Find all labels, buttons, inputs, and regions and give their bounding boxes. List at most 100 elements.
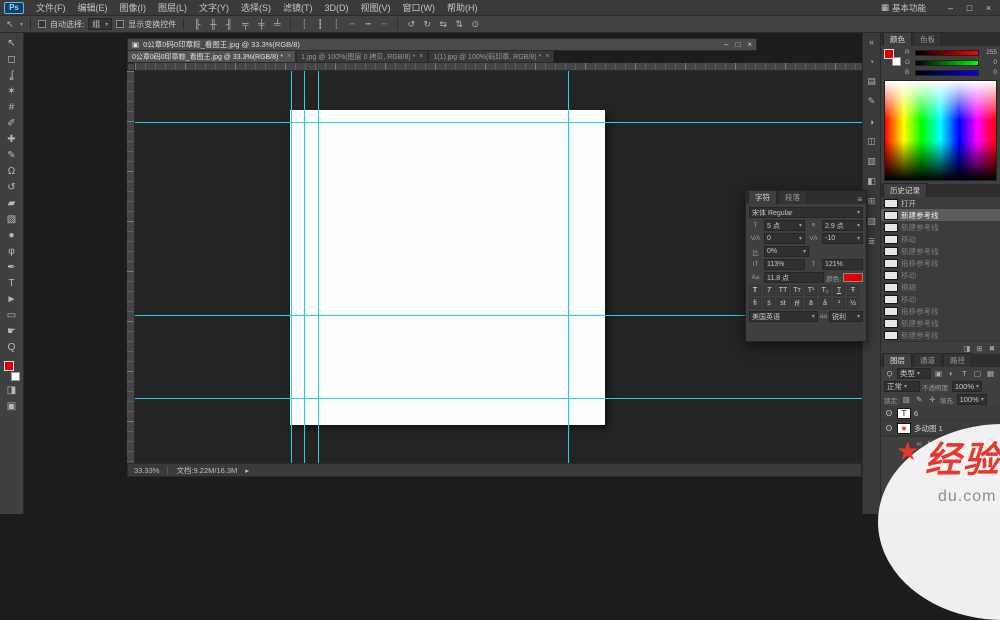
green-value[interactable]: 0: [982, 59, 997, 66]
blue-value[interactable]: 0: [982, 69, 997, 76]
3d-slide-icon[interactable]: ⇅: [453, 19, 465, 30]
3d-pan-icon[interactable]: ⇆: [437, 19, 449, 30]
history-state[interactable]: 打开: [881, 197, 1000, 209]
history-state[interactable]: 新建参考线: [881, 245, 1000, 257]
lasso-tool[interactable]: ʆ: [1, 67, 23, 83]
distribute-bottom-icon[interactable]: ┊: [330, 19, 342, 30]
3d-scale-icon[interactable]: ⊙: [469, 19, 481, 30]
menu-window[interactable]: 窗口(W): [397, 0, 442, 16]
styles-panel-icon[interactable]: ▤: [864, 75, 880, 88]
distribute-right-icon[interactable]: ┈: [378, 19, 390, 30]
tab-layers[interactable]: 图层: [883, 353, 912, 367]
quick-mask-mode-button[interactable]: ◨: [1, 382, 23, 398]
layer-name[interactable]: 6: [914, 409, 918, 418]
pen-tool[interactable]: ✒: [1, 259, 23, 275]
new-doc-from-state-icon[interactable]: ⊞: [976, 344, 982, 353]
new-snapshot-icon[interactable]: ◨: [963, 344, 970, 353]
contextual-alternates-toggle[interactable]: ś: [763, 298, 775, 309]
layer-name[interactable]: 多动图 1: [914, 423, 943, 434]
red-slider[interactable]: [915, 50, 979, 56]
distribute-horizontal-centers-icon[interactable]: ┅: [362, 19, 374, 30]
align-bottom-edges-icon[interactable]: ╧: [271, 19, 283, 29]
superscript-toggle[interactable]: T¹: [805, 285, 817, 296]
3d-roll-icon[interactable]: ↻: [421, 19, 433, 30]
history-state[interactable]: 移动: [881, 293, 1000, 305]
distribute-left-icon[interactable]: ┄: [346, 19, 358, 30]
align-horizontal-centers-icon[interactable]: ╫: [207, 19, 219, 29]
document-tab-3[interactable]: 1(1).jpg @ 100%(码印章, RGB/8) * ×: [428, 51, 554, 63]
tab-close-icon[interactable]: ×: [545, 53, 549, 60]
filter-pixel-layers-icon[interactable]: ▣: [933, 369, 944, 378]
tracking-select[interactable]: -10 ▾: [822, 233, 863, 244]
history-brush-tool[interactable]: ↺: [1, 179, 23, 195]
opacity-field[interactable]: 100% ▾: [952, 381, 982, 392]
discretionary-ligatures-toggle[interactable]: st: [777, 298, 789, 309]
adjustments-panel-icon[interactable]: ◔: [864, 55, 880, 68]
font-family-select[interactable]: 宋体 Regular ▾: [749, 207, 863, 218]
leading-select[interactable]: 2.9 点 ▾: [822, 220, 863, 231]
app-close-button[interactable]: ×: [980, 1, 997, 15]
healing-brush-tool[interactable]: ✚: [1, 131, 23, 147]
ordinals-toggle[interactable]: ¹: [833, 298, 845, 309]
menu-edit[interactable]: 编辑(E): [72, 0, 114, 16]
rectangular-marquee-tool[interactable]: ◻: [1, 51, 23, 67]
horizontal-scale-field[interactable]: 121%: [822, 259, 863, 270]
crop-tool[interactable]: #: [1, 99, 23, 115]
clone-stamp-tool[interactable]: Ω: [1, 163, 23, 179]
small-caps-toggle[interactable]: Tᴛ: [791, 285, 803, 296]
hand-tool[interactable]: ☛: [1, 323, 23, 339]
red-value[interactable]: 255: [982, 49, 997, 56]
green-slider[interactable]: [915, 60, 979, 66]
baseline-shift-field[interactable]: 11.8 点: [764, 272, 824, 283]
tab-channels[interactable]: 通道: [913, 353, 942, 367]
panel-color-swatches[interactable]: [884, 49, 902, 67]
vertical-guide[interactable]: [318, 71, 319, 463]
dodge-tool[interactable]: φ: [1, 243, 23, 259]
tab-paths[interactable]: 路径: [943, 353, 972, 367]
ruler-origin-corner[interactable]: [127, 63, 135, 71]
visibility-eye-icon[interactable]: ʘ: [884, 409, 894, 418]
underline-toggle[interactable]: T: [833, 285, 845, 296]
history-state[interactable]: 新建参考线: [881, 329, 1000, 341]
foreground-color-swatch[interactable]: [4, 361, 14, 371]
history-state[interactable]: 模糊: [881, 281, 1000, 293]
layer-thumbnail[interactable]: T: [897, 408, 911, 419]
stylistic-alternates-toggle[interactable]: ā: [805, 298, 817, 309]
magic-wand-tool[interactable]: ✶: [1, 83, 23, 99]
horizontal-guide[interactable]: [135, 122, 862, 123]
foreground-background-swatches[interactable]: [1, 360, 23, 382]
align-right-edges-icon[interactable]: ╢: [223, 19, 235, 29]
properties-panel-icon[interactable]: ◧: [864, 175, 880, 188]
filter-smart-objects-icon[interactable]: ▦: [985, 369, 996, 378]
horizontal-ruler[interactable]: [135, 63, 862, 71]
vertical-scale-field[interactable]: 113%: [764, 259, 805, 270]
shape-tool[interactable]: ▭: [1, 307, 23, 323]
panel-menu-icon[interactable]: ≡: [855, 195, 864, 204]
auto-select-checkbox[interactable]: [38, 20, 46, 28]
foreground-color-swatch[interactable]: [884, 49, 894, 59]
menu-file[interactable]: 文件(F): [30, 0, 72, 16]
document-tab-2[interactable]: 1.jpg @ 100%(图层 0 拷贝, RGB/8) * ×: [296, 51, 428, 63]
tab-history[interactable]: 历史记录: [883, 183, 927, 197]
anti-alias-select[interactable]: 锐利 ▾: [829, 311, 863, 322]
vertical-guide[interactable]: [291, 71, 292, 463]
standard-ligatures-toggle[interactable]: ﬁ: [749, 298, 761, 309]
tab-close-icon[interactable]: ×: [419, 53, 423, 60]
navigator-panel-icon[interactable]: ◫: [864, 135, 880, 148]
document-tab-1[interactable]: 0公章0码0印章粽_看图王.jpg @ 33.3%(RGB/8) * ×: [127, 51, 296, 63]
blend-mode-select[interactable]: 正常 ▾: [884, 381, 920, 392]
app-restore-button[interactable]: □: [961, 1, 978, 15]
tab-paragraph[interactable]: 段落: [778, 190, 807, 204]
zoom-tool[interactable]: Q: [1, 339, 23, 355]
app-minimize-button[interactable]: –: [942, 1, 959, 15]
background-color-swatch[interactable]: [11, 372, 20, 381]
align-left-edges-icon[interactable]: ╟: [191, 19, 203, 29]
font-size-select[interactable]: 5 点 ▾: [764, 220, 805, 231]
expand-panels-icon[interactable]: «: [864, 35, 880, 48]
menu-help[interactable]: 帮助(H): [441, 0, 484, 16]
horizontal-guide[interactable]: [135, 398, 862, 399]
histogram-panel-icon[interactable]: ▥: [864, 155, 880, 168]
subscript-toggle[interactable]: T₁: [819, 285, 831, 296]
move-tool[interactable]: ↖: [1, 35, 23, 51]
blur-tool[interactable]: ●: [1, 227, 23, 243]
